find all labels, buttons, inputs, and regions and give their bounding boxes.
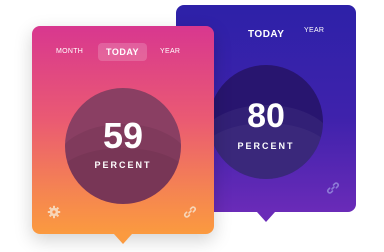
link-icon[interactable]: [326, 181, 340, 195]
tab-year[interactable]: YEAR: [160, 48, 180, 55]
percent-unit-label: PERCENT: [94, 160, 152, 170]
percent-unit-label: PERCENT: [237, 141, 295, 151]
percent-dial: 59 PERCENT: [65, 88, 181, 204]
tab-today[interactable]: TODAY: [240, 25, 292, 44]
percent-value: 59: [102, 115, 144, 156]
tab-month[interactable]: MONTH: [56, 48, 83, 55]
percent-value: 80: [247, 97, 285, 135]
percent-dial: 80 PERCENT: [209, 65, 323, 179]
tab-today[interactable]: TODAY: [98, 43, 148, 61]
stage: TODAY YEAR 80 PERCENT MONTH TODAY YEAR 5…: [0, 0, 384, 252]
link-icon[interactable]: [183, 205, 197, 219]
stats-card-front: MONTH TODAY YEAR 59 PERCENT: [32, 26, 214, 244]
dial-wave: [65, 148, 181, 204]
gear-icon[interactable]: [47, 205, 61, 219]
tab-year[interactable]: YEAR: [304, 27, 324, 34]
